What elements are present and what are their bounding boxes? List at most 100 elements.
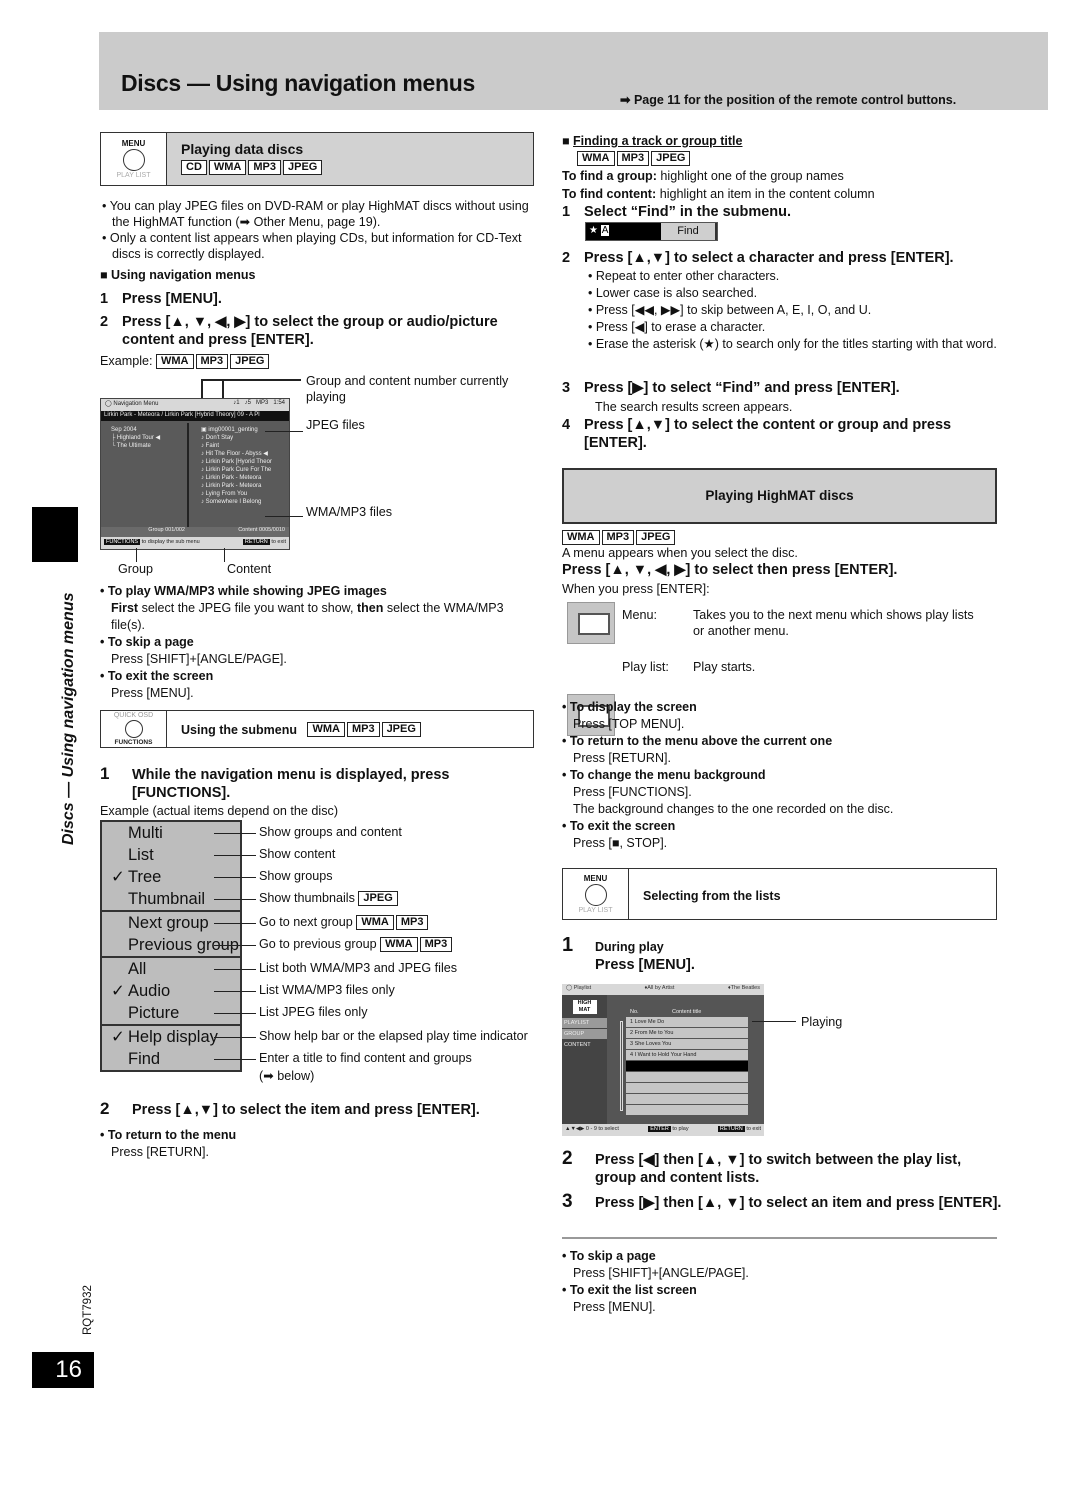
hm-list-row[interactable]: 1 Love Me Do: [626, 1017, 748, 1027]
page-number: 16: [32, 1352, 94, 1388]
tip-body: Press [MENU].: [573, 1300, 656, 1314]
group-item[interactable]: ├ Highland Tour ◀: [111, 434, 187, 442]
tip-body: Press [RETURN].: [573, 751, 671, 765]
group-item[interactable]: └ The Ultimate: [111, 442, 187, 450]
hm-list-row[interactable]: [626, 1094, 748, 1104]
page-title: Discs — Using navigation menus: [121, 70, 475, 96]
step-1: 1 Press [MENU].: [100, 291, 222, 307]
hm-side-item-content[interactable]: CONTENT: [562, 1040, 607, 1050]
hm-list-row[interactable]: [626, 1105, 748, 1115]
callout-playing: Playing: [801, 1015, 843, 1029]
callout-group: Group: [118, 562, 154, 576]
hm-titlebar: ◯ Playlist ♦All by Artist ♦The Beatles: [562, 984, 764, 995]
hm-scrollbar[interactable]: [620, 1021, 623, 1111]
side-section-label: Discs — Using navigation menus: [60, 592, 77, 846]
find-button[interactable]: Find: [661, 223, 717, 240]
hm-list-row[interactable]: [626, 1083, 748, 1093]
content-item[interactable]: ♪ Faint: [201, 442, 289, 450]
lists-step-1-number: 1: [562, 934, 574, 956]
submenu-item-description: Show groups: [259, 869, 333, 883]
content-item[interactable]: ♪ Hit The Floor - Abyss ◀: [201, 450, 289, 458]
icon-desc: Play starts.: [693, 660, 756, 674]
submenu-item-description: Go to previous group WMA MP3: [259, 937, 453, 953]
callout-line: [214, 877, 256, 879]
tag-wma: WMA: [562, 530, 600, 546]
hm-list-row[interactable]: 3 She Loves You: [626, 1039, 748, 1049]
callout-number: Group and content number currently playi…: [306, 374, 509, 404]
callout-line: [214, 945, 256, 947]
tip-body: Press [RETURN].: [111, 1145, 209, 1159]
hm-sidebar: HIGH MAT PLAYLIST GROUP CONTENT: [562, 995, 607, 1124]
now-playing-bar: Lirkin Park - Meteora / Lirkin Park [Hyb…: [101, 411, 289, 421]
callout-line: [214, 923, 256, 925]
bullet-item: • Repeat to enter other characters.: [588, 269, 780, 283]
lists-step-3: 3 Press [▶] then [▲, ▼] to select an item…: [562, 1191, 1002, 1212]
section-highmat: Playing HighMAT discs: [562, 468, 997, 524]
submenu-item-description: List WMA/MP3 files only: [259, 983, 395, 997]
hm-list-row[interactable]: 4 I Want to Hold Your Hand: [626, 1050, 748, 1060]
hm-side-item-playlist[interactable]: PLAYLIST: [562, 1018, 607, 1028]
circle-button-icon: [122, 149, 145, 171]
hm-list-row[interactable]: 2 From Me to You: [626, 1028, 748, 1038]
callout-line: [201, 380, 203, 398]
tip-title: • To return to the menu: [100, 1128, 237, 1142]
menu-folder-icon: [567, 602, 615, 644]
callout-line: [265, 516, 303, 518]
button-label-top: MENU: [583, 874, 608, 883]
bullet-item: • Press [◀] to erase a character.: [588, 320, 766, 334]
tag-mp3: MP3: [616, 151, 650, 167]
icon-label: Menu:: [622, 608, 658, 622]
bullet-item: • You can play JPEG files on DVD-RAM or …: [102, 199, 529, 229]
callout-line: [214, 1059, 256, 1061]
tag-mp3: MP3: [395, 915, 429, 931]
tip-title: • To exit the screen: [562, 819, 676, 833]
tag-jpeg: JPEG: [651, 151, 691, 167]
content-item[interactable]: ♪ Lirkin Park Cure For The: [201, 466, 289, 474]
submenu-item-description: List JPEG files only: [259, 1005, 368, 1019]
content-item[interactable]: ♪ Lirkin Park - Meteora: [201, 474, 289, 482]
tag-mp3: MP3: [195, 354, 229, 370]
submenu-item-description: Show content: [259, 847, 336, 861]
tag-wma: WMA: [380, 937, 418, 953]
return-tip: • To return to the menu Press [RETURN].: [100, 1127, 236, 1161]
tip-body: Press [TOP MENU].: [573, 717, 685, 731]
tip-body: The background changes to the one record…: [573, 802, 894, 816]
lists-step-2: 2 Press [◀] then [▲, ▼] to switch between…: [562, 1148, 962, 1186]
callout-line: [224, 548, 226, 562]
callout-line: [201, 379, 301, 381]
divider: [562, 1237, 997, 1239]
bullet-item: • Erase the asterisk (★) to search only …: [588, 337, 997, 351]
submenu-item-description: List both WMA/MP3 and JPEG files: [259, 961, 458, 975]
highmat-instruction: Press [▲, ▼, ◀, ▶] to select then press …: [562, 562, 898, 578]
callout-line: [214, 855, 256, 857]
button-label-top: QUICK OSD: [113, 712, 154, 719]
callout-line: [752, 1021, 796, 1023]
example-note: Example (actual items depend on the disc…: [100, 804, 339, 818]
submenu-item-description: Show thumbnails JPEG: [259, 891, 398, 907]
side-tab-marker: [32, 507, 78, 562]
hm-list-row[interactable]: [626, 1072, 748, 1082]
find-content-hint: To find content: highlight an item in th…: [562, 187, 875, 201]
highmat-intro: A menu appears when you select the disc.: [562, 546, 798, 560]
content-item[interactable]: ♪ Lying From You: [201, 490, 289, 498]
bullet-item: • Press [◀◀, ▶▶] to skip between A, E, I…: [588, 303, 872, 317]
tips-nav: • To play WMA/MP3 while showing JPEG ima…: [100, 583, 540, 702]
find-input[interactable]: ★ A: [586, 223, 661, 240]
content-item[interactable]: ▣ img00001_genting: [201, 426, 289, 434]
hm-list-row[interactable]: [626, 1061, 748, 1071]
checkmark-icon: ✓: [111, 1028, 125, 1046]
content-item[interactable]: ♪ Lirkin Park - Meteora: [201, 482, 289, 490]
group-item[interactable]: Sep 2004: [111, 426, 187, 434]
button-label-bottom: FUNCTIONS: [114, 739, 153, 746]
hm-side-item-group[interactable]: GROUP: [562, 1029, 607, 1039]
section-title: Playing data discs: [181, 141, 304, 157]
tip-body: Press [SHIFT]+[ANGLE/PAGE].: [573, 1266, 749, 1280]
content-item[interactable]: ♪ Lirkin Park [Hyorid Theor: [201, 458, 289, 466]
content-item[interactable]: ♪ Somewhere I Belong: [201, 498, 289, 506]
tag-mp3: MP3: [346, 722, 380, 738]
callout-wma: WMA/MP3 files: [306, 505, 393, 519]
tip-title: • To skip a page: [562, 1249, 656, 1263]
hm-col-no: No.: [630, 1009, 639, 1015]
content-item[interactable]: ♪ Don't Stay: [201, 434, 289, 442]
find-step-1: 1 Select “Find” in the submenu.: [562, 204, 792, 220]
